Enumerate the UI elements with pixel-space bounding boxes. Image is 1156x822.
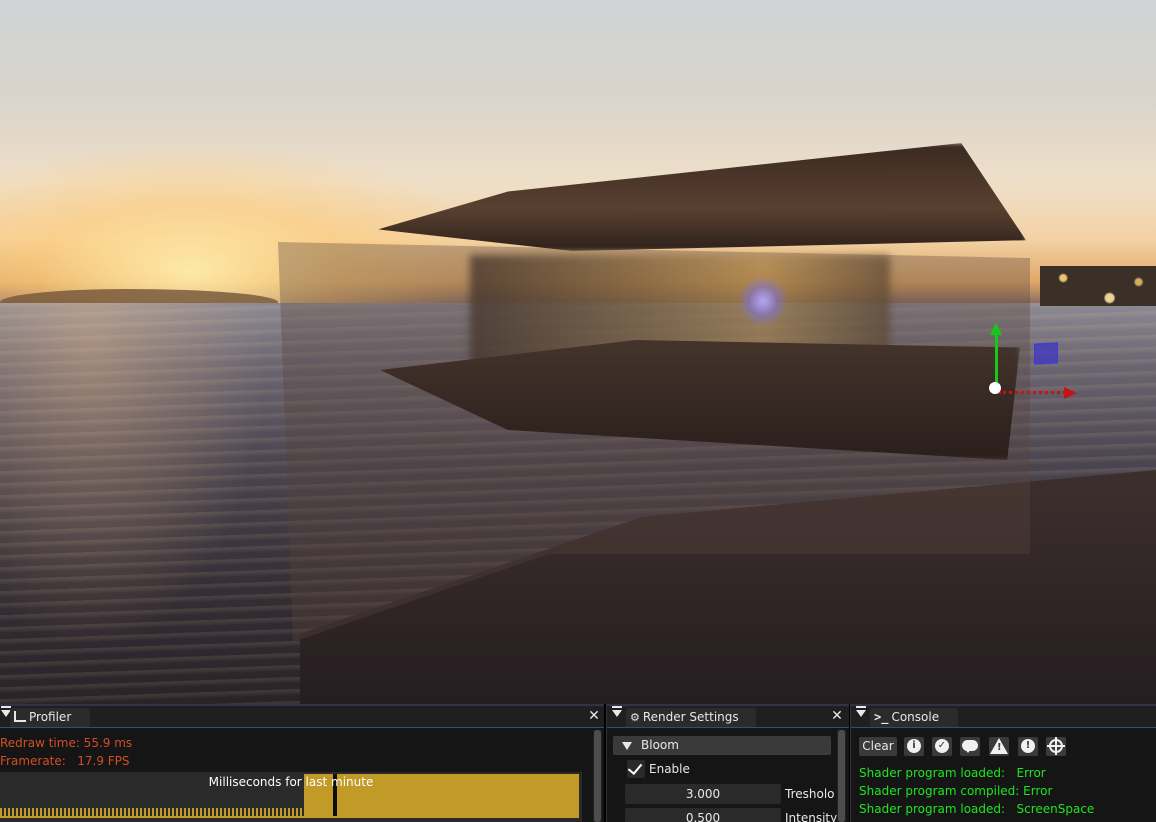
console-tabbar: >_ Console (851, 706, 1156, 728)
tab-render-settings[interactable]: ⚙ Render Settings (626, 708, 756, 727)
tab-console-label: Console (891, 710, 940, 724)
threshold-label: Tresholo (785, 787, 835, 801)
profiler-scrollbar[interactable] (593, 730, 602, 822)
close-icon[interactable]: ✕ (586, 708, 602, 724)
check-icon: ✓ (935, 739, 949, 753)
gizmo-x-axis[interactable] (998, 391, 1066, 394)
warning-filter-button[interactable]: ! (989, 737, 1009, 756)
scrollbar-thumb[interactable] (838, 730, 845, 822)
tab-profiler[interactable]: Profiler (10, 708, 90, 727)
bloom-section-label: Bloom (641, 738, 679, 752)
collapse-arrow-icon (622, 742, 632, 750)
gear-icon: ⚙ (630, 711, 640, 724)
window-menu-icon[interactable] (612, 706, 622, 717)
error-filter-button[interactable]: ! (1018, 737, 1038, 756)
window-menu-icon[interactable] (856, 706, 866, 717)
message-filter-button[interactable] (960, 737, 980, 756)
point-light-orb[interactable] (738, 276, 788, 326)
info-icon: i (907, 739, 921, 753)
close-icon[interactable]: ✕ (829, 708, 845, 724)
framerate-text: Framerate: 17.9 FPS (0, 754, 130, 768)
bloom-enable-checkbox[interactable] (627, 760, 645, 778)
profiler-tabbar: Profiler ✕ (0, 706, 604, 728)
bar-chart-icon (14, 711, 26, 722)
threshold-input[interactable]: 3.000 (625, 784, 781, 804)
render-settings-tabbar: ⚙ Render Settings ✕ (607, 706, 849, 728)
gizmo-y-arrow-icon[interactable] (990, 323, 1002, 335)
console-line: Shader program loaded: Error (859, 766, 1046, 780)
plot-baseline (0, 816, 579, 818)
clear-button[interactable]: Clear (859, 737, 897, 756)
message-icon (962, 740, 978, 753)
profiler-panel: Profiler ✕ Redraw time: 55.9 ms Framerat… (0, 704, 604, 822)
console-panel: >_ Console Clear i ✓ ! ! Shader program l… (850, 704, 1156, 822)
scrollbar-thumb[interactable] (594, 730, 601, 822)
gizmo-y-axis[interactable] (995, 333, 998, 389)
bloom-section-header[interactable]: Bloom (613, 736, 831, 755)
render-settings-panel: ⚙ Render Settings ✕ Bloom Enable 3.000 Tr… (606, 704, 849, 822)
console-line: Shader program compiled: Error (859, 784, 1053, 798)
success-filter-button[interactable]: ✓ (932, 737, 952, 756)
redraw-time-text: Redraw time: 55.9 ms (0, 736, 133, 750)
terminal-icon: >_ (874, 710, 889, 724)
info-filter-button[interactable]: i (904, 737, 924, 756)
gizmo-x-arrow-icon[interactable] (1064, 387, 1077, 399)
intensity-label: Intensity (785, 811, 838, 822)
sea-shimmer (0, 303, 300, 703)
gizmo-center-handle[interactable] (989, 382, 1001, 394)
scene-viewport[interactable] (0, 0, 1156, 704)
render-settings-scrollbar[interactable] (837, 730, 846, 822)
bloom-enable-label: Enable (649, 762, 690, 776)
tab-profiler-label: Profiler (29, 710, 72, 724)
error-icon: ! (1021, 739, 1035, 753)
tab-render-settings-label: Render Settings (642, 710, 739, 724)
scroll-lock-button[interactable] (1046, 737, 1066, 756)
plot-title: Milliseconds for last minute (208, 775, 374, 789)
target-icon (1047, 737, 1065, 755)
console-line: Shader program loaded: ScreenSpace (859, 802, 1095, 816)
gizmo-plane-handle[interactable] (1034, 342, 1058, 365)
tab-console[interactable]: >_ Console (870, 708, 958, 727)
shore-lights (1040, 266, 1156, 306)
